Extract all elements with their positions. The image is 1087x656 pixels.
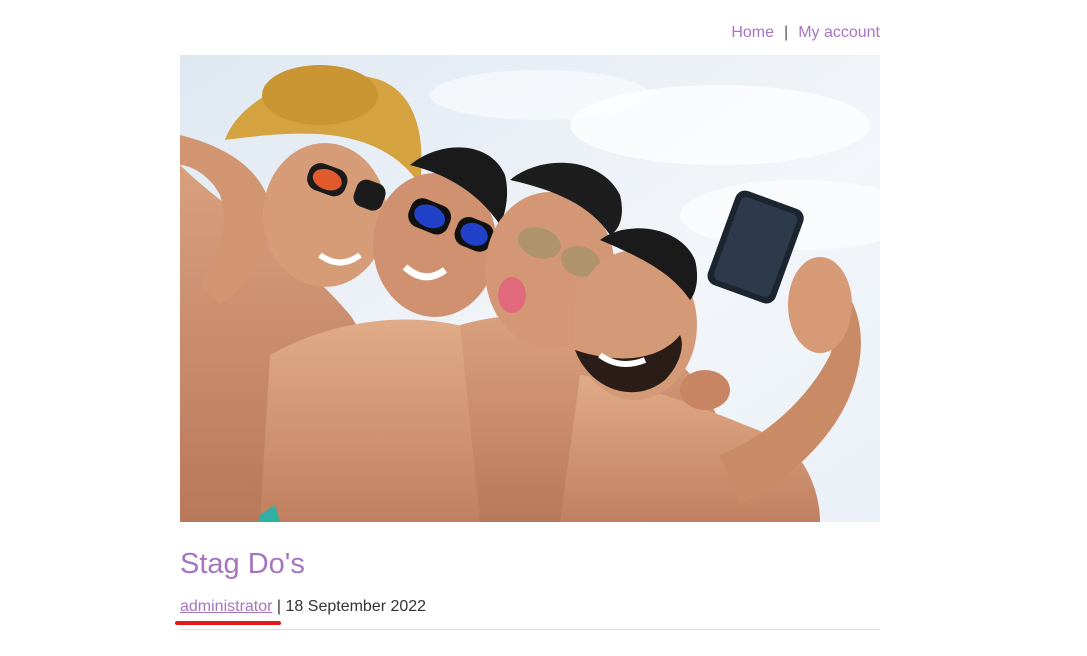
post-meta: administrator | 18 September 2022 (180, 598, 426, 616)
post-title: Stag Do's (180, 548, 305, 580)
page: Home | My account Stag Do's administrato… (0, 0, 1087, 656)
selfie-photo (180, 55, 880, 522)
top-nav: Home | My account (731, 24, 880, 42)
nav-my-account-link[interactable]: My account (798, 24, 880, 42)
meta-separator: | (272, 598, 286, 615)
post-date: 18 September 2022 (285, 598, 427, 615)
author-link[interactable]: administrator (180, 598, 272, 615)
nav-home-link[interactable]: Home (731, 24, 774, 42)
annotation-underline (175, 621, 281, 625)
divider (180, 629, 880, 630)
post-hero-image (180, 55, 880, 522)
nav-separator: | (784, 24, 789, 41)
